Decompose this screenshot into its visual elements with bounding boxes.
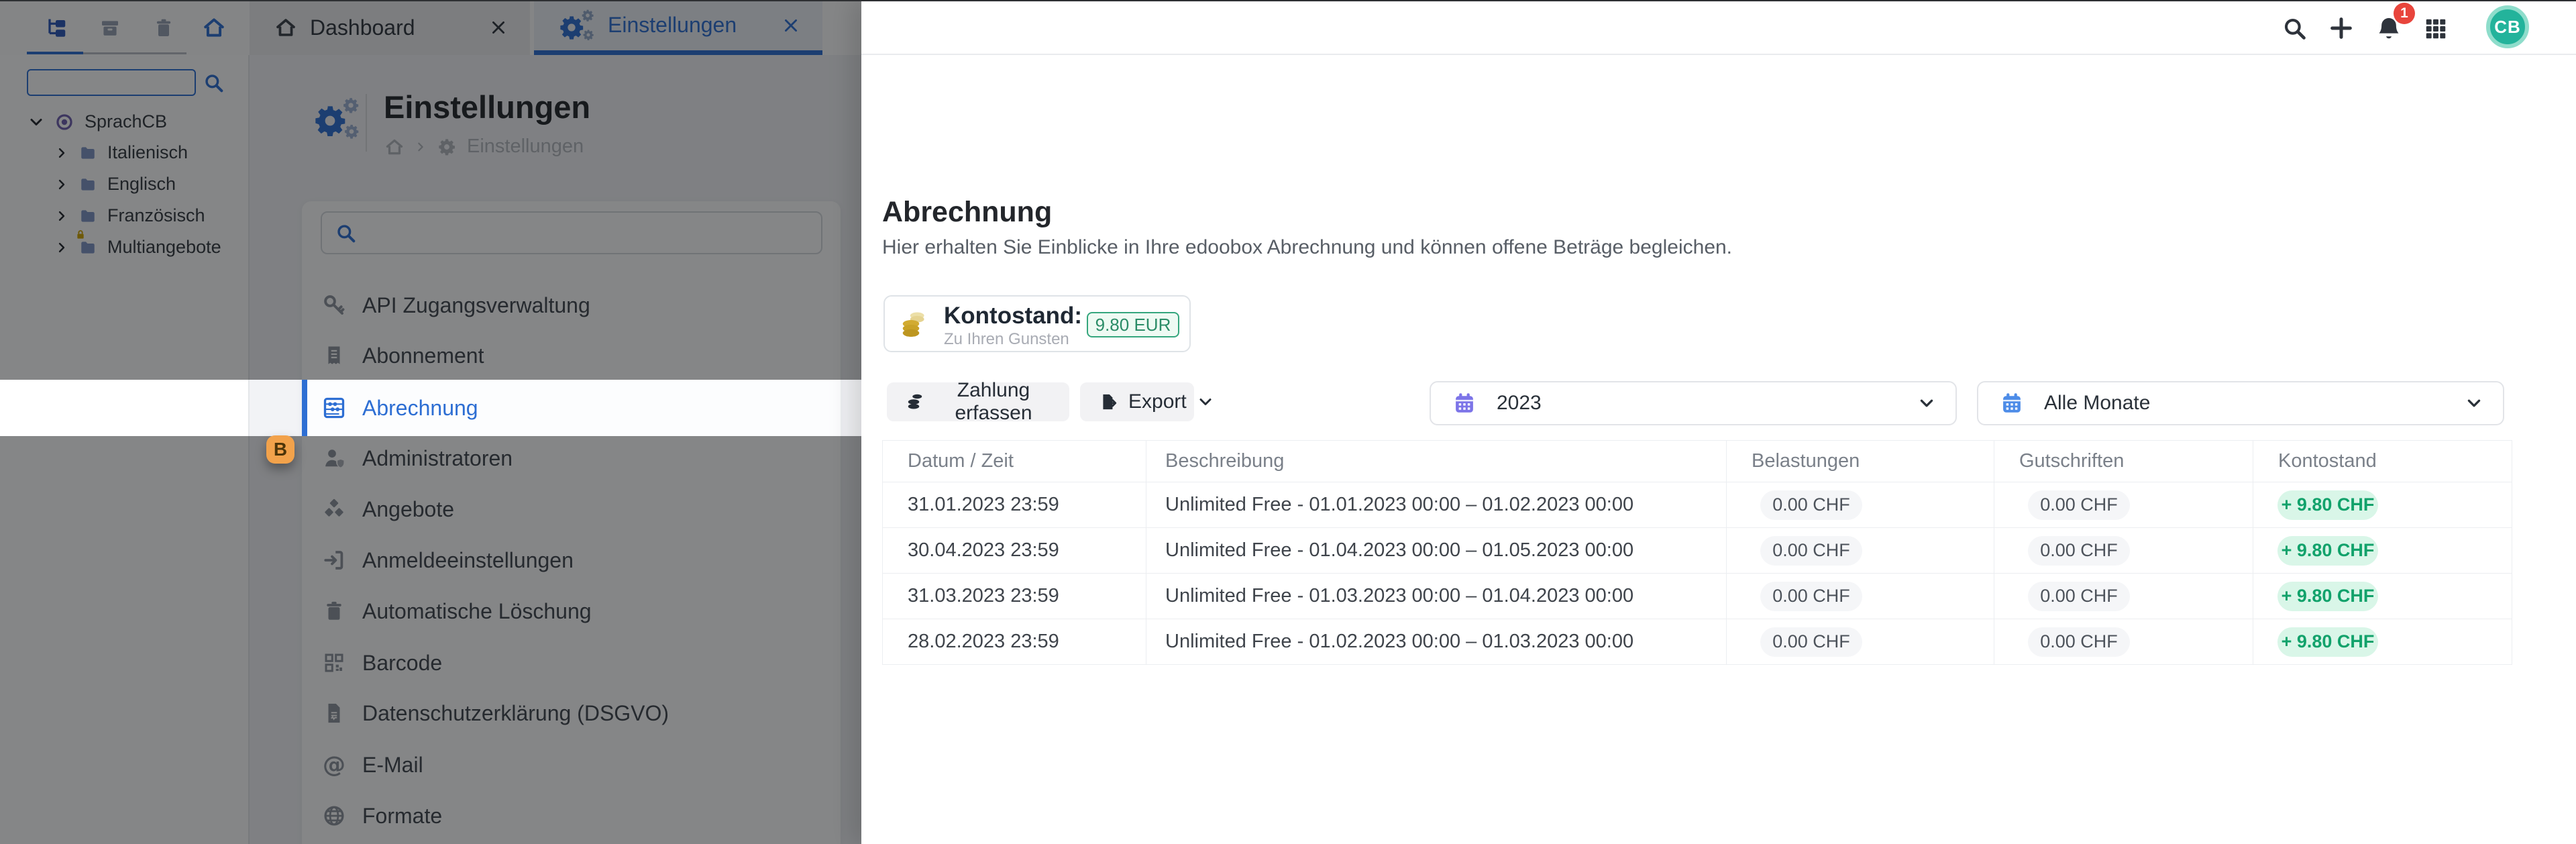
table-row[interactable]: 30.04.2023 23:59 Unlimited Free - 01.04.… (882, 528, 2512, 574)
column-header: Beschreibung (1146, 441, 1727, 482)
cell-date: 30.04.2023 23:59 (882, 528, 1146, 573)
table-header-row: Datum / Zeit Beschreibung Belastungen Gu… (882, 441, 2512, 482)
balance-amount-badge: 9.80 EUR (1087, 312, 1179, 337)
topbar-divider (861, 54, 2576, 55)
balance-card: Kontostand: Zu Ihren Gunsten 9.80 EUR (883, 295, 1191, 352)
cell-date: 31.03.2023 23:59 (882, 574, 1146, 619)
balance-badge: + 9.80 CHF (2277, 582, 2378, 611)
billing-title: Abrechnung (882, 196, 1052, 229)
coins-icon (906, 392, 926, 412)
column-header: Belastungen (1727, 441, 1994, 482)
export-button[interactable]: Export (1080, 382, 1194, 421)
column-header: Kontostand (2253, 441, 2512, 482)
app-screen: Dashboard Einstellungen SprachCB Italien… (0, 0, 2576, 844)
debit-badge: 0.00 CHF (1760, 582, 1862, 611)
abacus-icon (322, 395, 346, 421)
chevron-down-icon (1197, 394, 1214, 410)
overlay-backdrop-bottom (0, 436, 861, 844)
cell-description: Unlimited Free - 01.01.2023 00:00 – 01.0… (1146, 482, 1727, 527)
billing-table: Datum / Zeit Beschreibung Belastungen Gu… (882, 440, 2512, 665)
year-select-value: 2023 (1497, 392, 1542, 415)
table-row[interactable]: 31.01.2023 23:59 Unlimited Free - 01.01.… (882, 482, 2512, 528)
debit-badge: 0.00 CHF (1760, 536, 1862, 566)
debit-badge: 0.00 CHF (1760, 490, 1862, 520)
menu-item-label: Abrechnung (362, 396, 478, 421)
calendar-icon (2000, 391, 2024, 415)
table-row[interactable]: 31.03.2023 23:59 Unlimited Free - 01.03.… (882, 574, 2512, 619)
coins-icon (899, 309, 930, 339)
record-payment-button[interactable]: Zahlung erfassen (887, 382, 1069, 421)
column-header: Datum / Zeit (882, 441, 1146, 482)
debit-badge: 0.00 CHF (1760, 627, 1862, 657)
column-header: Gutschriften (1994, 441, 2253, 482)
balance-badge: + 9.80 CHF (2277, 536, 2378, 566)
export-label: Export (1128, 390, 1187, 413)
search-icon[interactable] (2282, 16, 2308, 42)
cell-date: 28.02.2023 23:59 (882, 619, 1146, 664)
tour-marker-b[interactable]: B (266, 435, 294, 464)
record-payment-label: Zahlung erfassen (936, 379, 1051, 425)
apps-grid-icon[interactable] (2423, 16, 2449, 42)
plus-icon[interactable] (2328, 15, 2355, 42)
balance-badge: + 9.80 CHF (2277, 627, 2378, 657)
calendar-icon (1452, 391, 1477, 415)
cell-description: Unlimited Free - 01.03.2023 00:00 – 01.0… (1146, 574, 1727, 619)
balance-label: Kontostand: (944, 303, 1082, 329)
cell-description: Unlimited Free - 01.02.2023 00:00 – 01.0… (1146, 619, 1727, 664)
chevron-down-icon (2465, 394, 2483, 412)
table-row[interactable]: 28.02.2023 23:59 Unlimited Free - 01.02.… (882, 619, 2512, 665)
credit-badge: 0.00 CHF (2028, 536, 2130, 566)
month-select[interactable]: Alle Monate (1977, 381, 2504, 425)
balance-badge: + 9.80 CHF (2277, 490, 2378, 520)
credit-badge: 0.00 CHF (2028, 627, 2130, 657)
window-top-edge (0, 0, 2576, 1)
avatar[interactable]: CB (2486, 5, 2529, 48)
cell-description: Unlimited Free - 01.04.2023 00:00 – 01.0… (1146, 528, 1727, 573)
month-select-value: Alle Monate (2044, 392, 2150, 415)
year-select[interactable]: 2023 (1430, 381, 1957, 425)
overlay-backdrop-top (0, 0, 861, 380)
credit-badge: 0.00 CHF (2028, 490, 2130, 520)
credit-badge: 0.00 CHF (2028, 582, 2130, 611)
billing-detail-panel: 1 CB Abrechnung Hier erhalten Sie Einbli… (861, 0, 2576, 844)
balance-note: Zu Ihren Gunsten (944, 330, 1069, 349)
notification-badge: 1 (2394, 3, 2415, 24)
billing-subtitle: Hier erhalten Sie Einblicke in Ihre edoo… (882, 236, 1732, 259)
menu-item-abrechnung[interactable]: Abrechnung (302, 380, 841, 436)
cell-date: 31.01.2023 23:59 (882, 482, 1146, 527)
chevron-down-icon (1918, 394, 1935, 412)
file-export-icon (1099, 392, 1118, 411)
